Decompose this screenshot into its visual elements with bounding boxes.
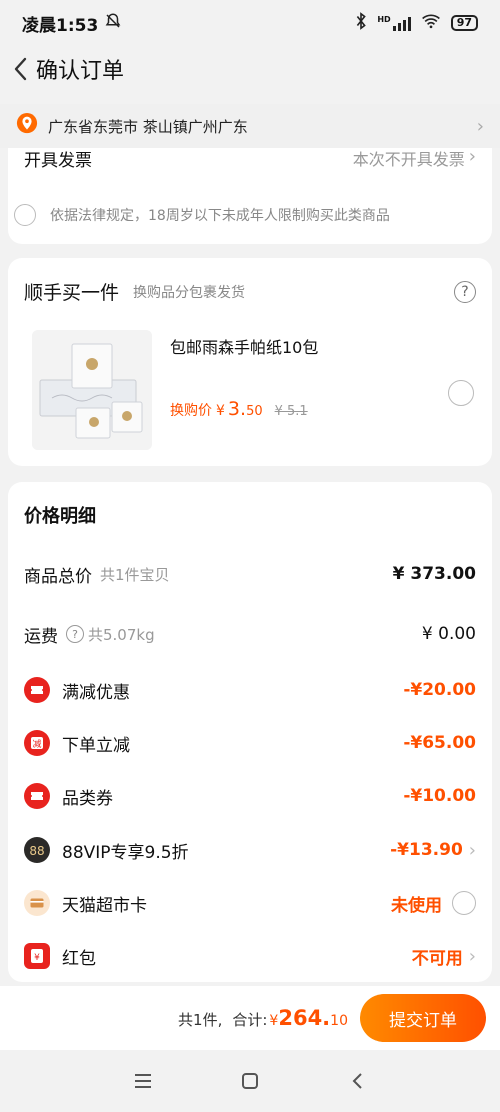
price-decimal: 50 [246,404,263,419]
original-price: ¥ 5.1 [274,404,308,419]
vip-88-icon: 88 [24,837,50,863]
coupon-icon [24,783,50,809]
item-total-value: ¥ 373.00 [392,564,476,584]
addon-header: 顺手买一件 换购品分包裹发货 ? [24,278,476,305]
red-packet-value: 不可用 [411,948,463,969]
shipping-row: 运费 ? 共5.07kg ¥ 0.00 [24,614,476,654]
signal-icon: HD [377,15,411,31]
addon-purchase-card: 顺手买一件 换购品分包裹发货 ? 包邮雨森手帕纸10包 换购价 ¥ 3. 50 … [8,258,492,466]
home-icon[interactable] [230,1061,270,1101]
red-packet-icon: ¥ [24,943,50,969]
location-pin-icon [16,112,38,140]
row-label: 88VIP专享9.5折 [62,842,189,863]
row-label: 运费 [24,626,58,647]
price-detail-title: 价格明细 [24,506,96,527]
tmall-card-icon [24,890,50,916]
chevron-right-icon: › [468,839,476,861]
row-label: 满减优惠 [62,682,130,703]
discount-icon: 减 [24,730,50,756]
row-sub: 共1件宝贝 [100,565,170,584]
address-text: 广东省东莞市 茶山镇广州广东 [48,117,248,136]
invoice-label: 开具发票 [24,151,92,171]
age-confirm-radio[interactable] [14,204,36,226]
tmall-card-value: 未使用 [391,895,442,916]
full-reduction-value: -¥20.00 [403,680,476,700]
age-restriction-text: 依据法律规定，18周岁以下未成年人限制购买此类商品 [50,208,390,224]
vip-discount-row[interactable]: 88 88VIP专享9.5折 -¥13.90 › [24,830,476,870]
svg-text:¥: ¥ [34,953,40,963]
back-icon[interactable] [337,1061,377,1101]
vip-discount-value: -¥13.90 [390,840,463,860]
order-total: 共1件, 合计: ¥ 264. 10 [178,1006,348,1030]
price-detail-card: 价格明细 商品总价 共1件宝贝 ¥ 373.00 运费 ? 共5.07kg ¥ … [8,482,492,982]
back-arrow-icon[interactable] [6,53,34,85]
chevron-right-icon: › [468,146,476,167]
tmall-card-radio[interactable] [452,891,476,915]
full-reduction-row[interactable]: 满减优惠 -¥20.00 [24,670,476,710]
instant-discount-value: -¥65.00 [403,733,476,753]
red-packet-row[interactable]: ¥ 红包 不可用 › [24,936,476,976]
chevron-right-icon: › [468,945,476,967]
help-icon[interactable]: ? [454,280,476,303]
product-image[interactable] [32,330,152,450]
status-time: 凌晨1:53 [22,15,99,36]
row-label: 商品总价 [24,566,92,587]
addon-product-name[interactable]: 包邮雨森手帕纸10包 [170,334,318,358]
total-decimal: 10 [330,1013,348,1029]
swap-price-label: 换购价 [170,403,212,419]
network-label: HD [377,15,391,24]
mute-icon [104,12,122,35]
question-icon[interactable]: ? [66,625,84,643]
row-label: 天猫超市卡 [62,895,147,916]
system-nav-bar [0,1050,500,1112]
total-label: 合计: [232,1011,268,1029]
item-total-row: 商品总价 共1件宝贝 ¥ 373.00 [24,554,476,594]
category-coupon-value: -¥10.00 [403,786,476,806]
wifi-icon [421,13,441,33]
addon-title: 顺手买一件 [24,282,120,304]
tmall-card-row[interactable]: 天猫超市卡 未使用 [24,883,476,923]
page-title: 确认订单 [36,59,125,84]
status-bar: 凌晨1:53 HD 97 [0,0,500,46]
row-sub: 共5.07kg [88,625,155,644]
invoice-value: 本次不开具发票 [352,150,465,169]
battery-indicator: 97 [450,15,478,31]
invoice-row[interactable]: 开具发票 本次不开具发票 › [24,146,476,171]
shipping-value: ¥ 0.00 [421,624,476,644]
submit-order-button[interactable]: 提交订单 [360,994,486,1042]
order-options-card: 开具发票 本次不开具发票 › 依据法律规定，18周岁以下未成年人限制购买此类商品 [8,140,492,244]
row-label: 红包 [62,948,96,969]
address-bar[interactable]: 广东省东莞市 茶山镇广州广东 › [0,104,500,148]
price-integer: 3. [227,398,247,420]
bluetooth-icon [355,12,367,34]
row-label: 下单立减 [62,735,130,756]
svg-text:减: 减 [32,738,41,750]
currency-symbol: ¥ [216,403,225,419]
category-coupon-row[interactable]: 品类券 -¥10.00 [24,776,476,816]
item-count: 共1件, [178,1011,223,1029]
instant-discount-row[interactable]: 减 下单立减 -¥65.00 [24,723,476,763]
row-label: 品类券 [62,788,113,809]
total-currency: ¥ [269,1013,279,1029]
nav-bar: 确认订单 [0,46,500,92]
addon-select-radio[interactable] [448,380,474,406]
chevron-right-icon: › [476,115,484,137]
age-restriction-row[interactable]: 依据法律规定，18周岁以下未成年人限制购买此类商品 [14,204,476,226]
addon-price: 换购价 ¥ 3. 50 ¥ 5.1 [170,398,308,420]
total-integer: 264. [278,1006,331,1030]
menu-icon[interactable] [123,1061,163,1101]
coupon-icon [24,677,50,703]
checkout-bar: 共1件, 合计: ¥ 264. 10 提交订单 [0,986,500,1050]
addon-subtitle: 换购品分包裹发货 [133,284,246,301]
svg-text:88: 88 [29,844,44,857]
